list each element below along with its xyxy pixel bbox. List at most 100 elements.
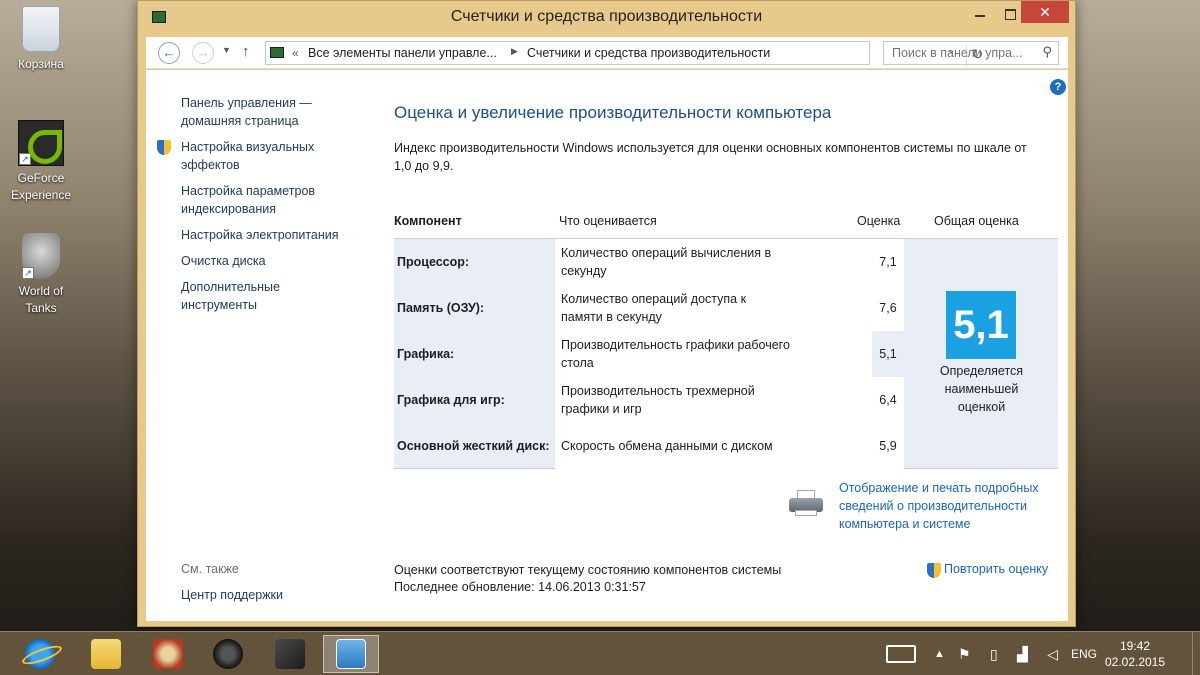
status-text: Оценки соответствуют текущему состоянию … [394, 562, 781, 596]
taskbar-performance-tools[interactable] [323, 635, 379, 673]
recycle-bin-icon [22, 6, 60, 52]
see-also-heading: См. также [181, 562, 239, 576]
internet-explorer-icon [25, 639, 55, 669]
component-name: Процессор: [397, 255, 470, 269]
search-input[interactable] [884, 42, 1034, 64]
rated-description: Количество операций доступа к памяти в с… [555, 285, 890, 331]
print-details-link[interactable]: Отображение и печать подробных сведений … [839, 479, 1064, 533]
search-box[interactable]: ⚲ [883, 41, 1059, 65]
battery-icon[interactable]: ▯ [990, 646, 998, 663]
show-hidden-icons-icon[interactable]: ▲ [934, 632, 945, 675]
desktop-icon-label: World of Tanks [18, 284, 64, 315]
world-of-tanks-icon: ↗ [22, 233, 60, 279]
table-row: Основной жесткий диск: Скорость обмена д… [394, 423, 904, 469]
base-score-caption: Определяется наименьшей оценкой [939, 364, 1024, 414]
desktop-icon-world-of-tanks[interactable]: ↗ World of Tanks [6, 233, 76, 317]
component-score: 6,4 [872, 377, 904, 423]
touch-keyboard-icon[interactable] [886, 632, 918, 675]
component-name: Графика для игр: [397, 393, 505, 407]
intro-text: Индекс производительности Windows исполь… [394, 141, 1027, 173]
taskbar-app[interactable] [140, 635, 196, 673]
sidebar-item-home[interactable]: Панель управления — домашняя страница [181, 94, 356, 130]
rerun-assessment-link[interactable]: Повторить оценку [927, 562, 1049, 578]
component-score: 7,6 [872, 285, 904, 331]
component-score-lowest: 5,1 [872, 331, 904, 377]
page-title: Оценка и увеличение производительности к… [394, 103, 832, 122]
navigation-bar: ← → ▼ ↑ « Все элементы панели управле...… [146, 37, 1068, 69]
support-center-link[interactable]: Центр поддержки [181, 588, 283, 602]
window-title: Счетчики и средства производительности [450, 8, 763, 25]
column-header-component: Компонент [394, 214, 462, 228]
status-line-last-update: Последнее обновление: 14.06.2013 0:31:57 [394, 580, 646, 594]
printer-icon [789, 490, 823, 518]
shortcut-arrow-icon: ↗ [22, 267, 34, 279]
rated-description: Производительность графики рабочего стол… [555, 331, 890, 377]
taskbar-document-app[interactable] [262, 635, 318, 673]
title-bar[interactable]: Счетчики и средства производительности ✕ [138, 1, 1075, 35]
desktop-icon-recycle-bin[interactable]: Корзина [6, 6, 76, 73]
content-area: ? Панель управления — домашняя страница … [146, 70, 1068, 621]
network-signal-icon[interactable]: ▟ [1017, 646, 1028, 663]
taskbar: ▲ ⚑ ▯ ▟ ◁ ENG 19:42 02.02.2015 [0, 631, 1200, 675]
action-center-flag-icon[interactable]: ⚑ [958, 646, 971, 663]
rated-description: Производительность трехмерной графики и … [555, 377, 890, 423]
table-row: Графика для игр: Производительность трех… [394, 377, 904, 423]
geforce-icon: ↗ [18, 120, 64, 166]
taskbar-internet-explorer[interactable] [12, 635, 68, 673]
address-box[interactable]: « Все элементы панели управле... ▶ Счетч… [265, 41, 983, 67]
column-header-rated: Что оценивается [559, 214, 657, 228]
help-icon[interactable]: ? [1050, 79, 1066, 95]
table-row: Процессор: Количество операций вычислени… [394, 239, 904, 285]
uac-shield-icon [157, 140, 171, 155]
component-name: Графика: [397, 347, 455, 361]
recent-locations-chevron-icon[interactable]: ▼ [222, 45, 231, 55]
show-desktop-button[interactable] [1192, 632, 1200, 675]
performance-tools-icon [336, 639, 366, 669]
back-button[interactable]: ← [158, 42, 180, 64]
folder-icon [91, 639, 121, 669]
rated-description: Скорость обмена данными с диском [555, 423, 890, 469]
volume-icon[interactable]: ◁ [1047, 646, 1058, 663]
breadcrumb-overflow-icon[interactable]: « [292, 46, 299, 60]
desktop-icon-label: GeForce Experience [10, 171, 72, 202]
component-score: 7,1 [872, 239, 904, 285]
minimize-button[interactable] [965, 1, 995, 27]
sidebar-item-disk-cleanup[interactable]: Очистка диска [181, 252, 356, 270]
sidebar-item-visual-effects[interactable]: Настройка визуальных эффектов [157, 138, 356, 174]
rerun-label: Повторить оценку [944, 562, 1049, 576]
uac-shield-icon [927, 563, 941, 578]
shortcut-arrow-icon: ↗ [19, 153, 31, 165]
clock-time: 19:42 [1119, 639, 1151, 653]
sidebar-item-advanced-tools[interactable]: Дополнительные инструменты [181, 278, 356, 314]
breadcrumb-current[interactable]: Счетчики и средства производительности [527, 46, 770, 60]
desktop-icon-label: Корзина [18, 57, 64, 71]
sidebar-item-power[interactable]: Настройка электропитания [181, 226, 356, 244]
column-header-score: Оценка [857, 214, 901, 228]
breadcrumb-separator-icon[interactable]: ▶ [511, 46, 518, 57]
component-name: Память (ОЗУ): [397, 301, 485, 315]
component-name: Основной жесткий диск: [397, 439, 550, 453]
status-line-current: Оценки соответствуют текущему состоянию … [394, 563, 782, 577]
sidebar: Панель управления — домашняя страница На… [157, 94, 356, 322]
close-button[interactable]: ✕ [1021, 1, 1069, 23]
control-panel-window: Счетчики и средства производительности ✕… [137, 0, 1076, 627]
column-header-total: Общая оценка [934, 214, 1019, 228]
breadcrumb-all-items[interactable]: Все элементы панели управле... [308, 46, 497, 60]
system-tray-icons: ⚑ ▯ ▟ ◁ [958, 632, 1058, 675]
taskbar-file-explorer[interactable] [78, 635, 134, 673]
rated-description: Количество операций вычисления в секунду [555, 239, 890, 285]
table-row: Память (ОЗУ): Количество операций доступ… [394, 285, 904, 331]
component-score: 5,9 [872, 423, 904, 469]
sidebar-item-label: Настройка визуальных эффектов [181, 140, 315, 172]
table-row: Графика: Производительность графики рабо… [394, 331, 904, 377]
desktop-icon-geforce-experience[interactable]: ↗ GeForce Experience [6, 120, 76, 204]
search-icon[interactable]: ⚲ [1042, 44, 1052, 60]
up-button[interactable]: ↑ [242, 43, 250, 60]
app-icon [153, 639, 183, 669]
speaker-app-icon [213, 639, 243, 669]
clock[interactable]: 19:42 02.02.2015 [1105, 632, 1165, 675]
input-language[interactable]: ENG [1071, 632, 1097, 675]
forward-button[interactable]: → [192, 42, 214, 64]
taskbar-audio-player[interactable] [200, 635, 256, 673]
sidebar-item-indexing[interactable]: Настройка параметров индексирования [181, 182, 356, 218]
